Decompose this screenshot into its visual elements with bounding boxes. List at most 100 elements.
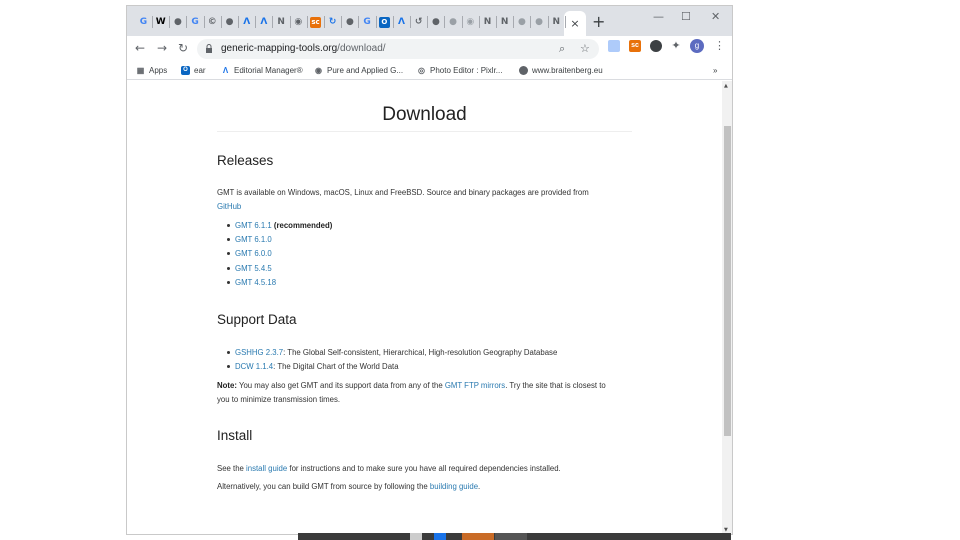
sc-icon: sc — [310, 16, 321, 28]
chrome-menu-icon[interactable]: ⋮ — [714, 39, 725, 52]
browser-tab[interactable]: Λ — [239, 12, 254, 32]
docs-extension-icon[interactable] — [608, 40, 620, 52]
browser-tab[interactable]: sc — [308, 12, 323, 32]
release-link[interactable]: GMT 6.0.0 — [235, 249, 272, 258]
bookmark-braitenberg[interactable]: www.braitenberg.eu — [519, 64, 603, 77]
browser-tab[interactable]: ● — [532, 12, 547, 32]
reload-button[interactable]: ↻ — [178, 40, 188, 56]
release-link[interactable]: GMT 4.5.18 — [235, 278, 276, 287]
google-icon: G — [191, 16, 199, 27]
release-link[interactable]: GMT 5.4.5 — [235, 264, 272, 273]
browser-tab[interactable]: ● — [342, 12, 357, 32]
new-tab-button[interactable]: + — [592, 13, 605, 31]
cloud-icon: ● — [535, 16, 544, 27]
release-link[interactable]: GMT 6.1.1 — [235, 221, 272, 230]
browser-tab[interactable]: Λ — [394, 12, 409, 32]
support-data-heading: Support Data — [217, 312, 297, 327]
browser-tab[interactable]: N — [497, 12, 512, 32]
github-link[interactable]: GitHub — [217, 202, 241, 211]
toolbar: ← → ↻ generic-mapping-tools.org/download… — [127, 36, 732, 62]
taskbar-app-icon[interactable] — [434, 533, 446, 540]
lock-icon[interactable] — [205, 44, 213, 53]
browser-tab[interactable]: N — [274, 12, 289, 32]
forward-button[interactable]: → — [157, 40, 167, 56]
install-heading: Install — [217, 428, 253, 443]
note-text: You may also get GMT and its support dat… — [236, 381, 445, 390]
sc-extension-icon[interactable]: sc — [629, 40, 641, 52]
install-line-1: See the install guide for instructions a… — [217, 462, 617, 476]
bookmark-pixlr[interactable]: ◎ Photo Editor : Pixlr... — [417, 64, 502, 77]
n-icon: N — [277, 16, 285, 27]
install-line-2: Alternatively, you can build GMT from so… — [217, 480, 617, 494]
dcw-link[interactable]: DCW 1.1.4 — [235, 362, 273, 371]
outlook-icon: O — [181, 66, 190, 75]
ftp-mirrors-link[interactable]: GMT FTP mirrors — [445, 381, 505, 390]
browser-tab[interactable]: Λ — [256, 12, 271, 32]
browser-tab[interactable]: W — [153, 12, 168, 32]
taskbar-app-icon[interactable] — [410, 533, 422, 540]
browser-tab[interactable]: ↻ — [325, 12, 340, 32]
list-item: GMT 5.4.5 — [227, 262, 332, 276]
taskbar-app-icon[interactable] — [462, 533, 494, 540]
close-tab-icon[interactable]: × — [570, 17, 579, 30]
recommended-label: (recommended) — [273, 221, 333, 230]
browser-tab[interactable]: G — [360, 12, 375, 32]
extensions-puzzle-icon[interactable]: ✦ — [670, 40, 682, 52]
copyright-icon: © — [207, 16, 217, 27]
browser-tab[interactable]: ● — [170, 12, 185, 32]
bookmark-label: ear — [194, 66, 206, 75]
editorial-manager-icon: Λ — [398, 16, 405, 27]
address-bar[interactable]: generic-mapping-tools.org/download/ ⌕ ☆ — [197, 39, 599, 59]
gshhg-link[interactable]: GSHHG 2.3.7 — [235, 348, 283, 357]
browser-tab[interactable]: ◉ — [463, 12, 478, 32]
browser-tab[interactable]: ↺ — [411, 12, 426, 32]
bookmark-ear[interactable]: O ear — [181, 64, 206, 77]
tab-separator — [564, 16, 566, 28]
releases-intro: GMT is available on Windows, macOS, Linu… — [217, 186, 617, 214]
browser-tab[interactable]: N — [480, 12, 495, 32]
google-icon: G — [363, 16, 371, 27]
bookmark-star-icon[interactable]: ☆ — [580, 42, 590, 56]
scroll-up-arrow-icon[interactable]: ▲ — [724, 83, 728, 89]
page-title: Download — [382, 104, 467, 125]
globe-icon: ● — [225, 16, 234, 27]
browser-tab[interactable]: G — [136, 12, 151, 32]
browser-tab[interactable]: ● — [222, 12, 237, 32]
privacy-extension-icon[interactable] — [650, 40, 662, 52]
bookmark-label: Pure and Applied G... — [327, 66, 404, 75]
url-domain: generic-mapping-tools.org — [221, 43, 338, 54]
back-button[interactable]: ← — [135, 40, 145, 56]
list-item: DCW 1.1.4: The Digital Chart of the Worl… — [227, 360, 557, 374]
pixlr-icon: ◎ — [418, 66, 425, 75]
browser-tab[interactable]: N — [549, 12, 564, 32]
page-viewport: Download Releases GMT is available on Wi… — [127, 81, 722, 534]
url-text[interactable]: generic-mapping-tools.org/download/ — [221, 42, 386, 56]
browser-tab[interactable]: ● — [514, 12, 529, 32]
globe-icon: ● — [431, 16, 440, 27]
active-tab[interactable]: × — [564, 11, 586, 36]
browser-tab[interactable]: G — [188, 12, 203, 32]
maximize-button[interactable]: ☐ — [681, 10, 691, 23]
support-data-list: GSHHG 2.3.7: The Global Self-consistent,… — [227, 346, 557, 374]
minimize-button[interactable]: — — [653, 10, 664, 23]
browser-tab[interactable]: ◉ — [291, 12, 306, 32]
install-guide-link[interactable]: install guide — [246, 464, 287, 473]
close-window-button[interactable]: ✕ — [711, 10, 720, 23]
release-link[interactable]: GMT 6.1.0 — [235, 235, 272, 244]
building-guide-link[interactable]: building guide — [430, 482, 478, 491]
bookmarks-overflow-button[interactable]: » — [713, 64, 717, 77]
vertical-scrollbar[interactable]: ▲ ▼ — [722, 81, 732, 534]
bookmark-editorial-manager[interactable]: Λ Editorial Manager® — [221, 64, 303, 77]
profile-avatar[interactable]: g — [690, 39, 704, 53]
browser-tab[interactable]: O — [377, 12, 392, 32]
history-icon: ↺ — [414, 16, 423, 27]
zoom-icon[interactable]: ⌕ — [559, 42, 565, 56]
scrollbar-thumb[interactable] — [724, 126, 731, 436]
taskbar-app-icon[interactable] — [495, 533, 527, 540]
dcw-description: : The Digital Chart of the World Data — [273, 362, 399, 372]
bookmark-apps[interactable]: ▦ Apps — [136, 64, 168, 77]
browser-tab[interactable]: © — [205, 12, 220, 32]
bookmark-pure-applied[interactable]: ◉ Pure and Applied G... — [314, 64, 403, 77]
browser-tab[interactable]: ● — [428, 12, 443, 32]
browser-tab[interactable]: ● — [446, 12, 461, 32]
